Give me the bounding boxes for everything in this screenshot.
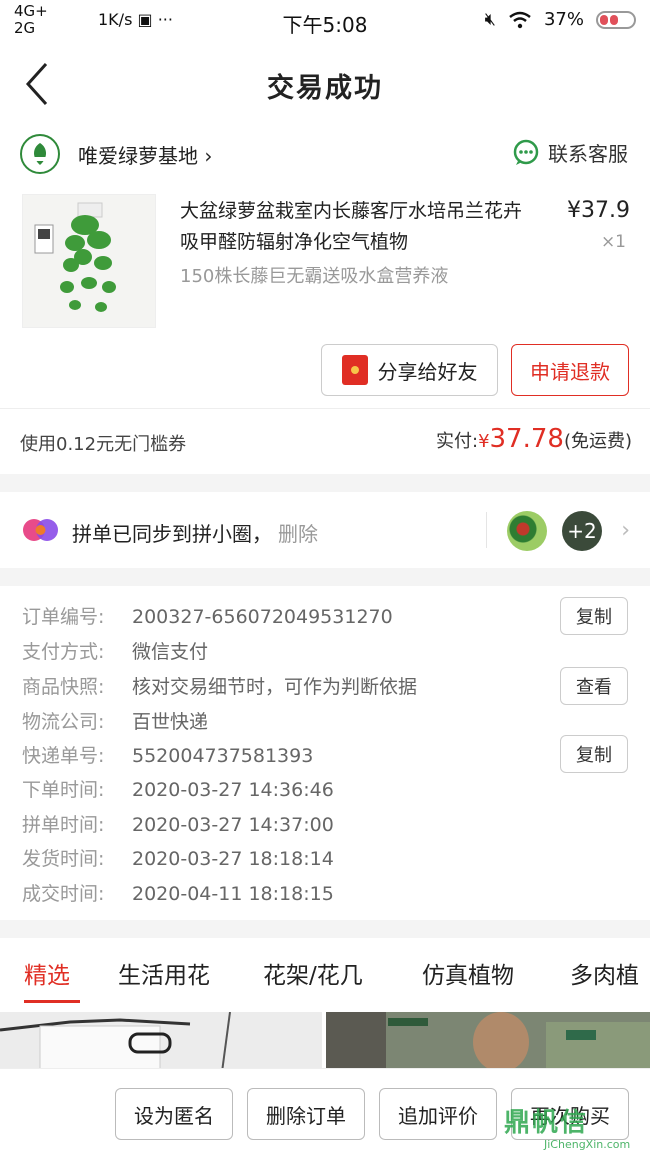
copy-order-number-button[interactable]: 复制 <box>560 597 628 635</box>
order-details: 订单编号: 200327-656072049531270 复制 支付方式: 微信支付… <box>0 586 650 920</box>
product-image[interactable] <box>22 194 156 328</box>
refund-button[interactable]: 申请退款 <box>511 344 629 396</box>
courier-row: 物流公司: 百世快递 <box>22 711 209 733</box>
add-review-button[interactable]: 追加评价 <box>379 1088 497 1140</box>
deal-time-row: 成交时间: 2020-04-11 18:18:15 <box>22 883 334 905</box>
group-sync-text: 拼单已同步到拼小圈， 删除 <box>72 522 318 546</box>
avatar[interactable] <box>507 511 547 551</box>
order-number-row: 订单编号: 200327-656072049531270 <box>22 606 393 628</box>
group-delete-link[interactable]: 删除 <box>278 522 318 546</box>
tab-stands[interactable]: 花架/花几 <box>263 956 363 990</box>
battery-icon <box>596 10 636 29</box>
mute-icon: 🔇︎ <box>484 9 496 30</box>
status-right: 🔇︎ 37% <box>485 9 636 30</box>
shop-row: 唯爱绿萝基地 › 联系客服 <box>0 126 650 182</box>
copy-tracking-button[interactable]: 复制 <box>560 735 628 773</box>
red-packet-icon <box>341 355 368 385</box>
shop-logo-icon[interactable] <box>20 134 60 174</box>
payment-summary: 使用0.12元无门槛券 实付: ¥ 37.78 (免运费) <box>0 410 650 474</box>
section-gap <box>0 568 650 586</box>
nav-bar: 交易成功 <box>0 42 650 126</box>
status-bar: 4G+ 2G 1K/s ▣ ··· 下午5:08 🔇︎ 37% <box>0 0 650 42</box>
snapshot-row: 商品快照: 核对交易细节时，可作为判断依据 <box>22 676 418 698</box>
active-tab-indicator <box>24 1000 80 1003</box>
share-button[interactable]: 分享给好友 <box>321 344 498 396</box>
group-circle-icon <box>23 519 58 541</box>
chevron-right-icon: › <box>204 144 213 168</box>
view-snapshot-button[interactable]: 查看 <box>560 667 628 705</box>
anonymous-button[interactable]: 设为匿名 <box>115 1088 233 1140</box>
tab-featured[interactable]: 精选 <box>24 956 70 990</box>
shop-name-link[interactable]: 唯爱绿萝基地 › <box>78 140 212 169</box>
group-time-row: 拼单时间: 2020-03-27 14:37:00 <box>22 814 334 836</box>
product-title[interactable]: 大盆绿萝盆栽室内长藤客厅水培吊兰花卉吸甲醛防辐射净化空气植物 <box>180 196 530 258</box>
section-gap <box>0 474 650 492</box>
section-gap <box>0 920 650 938</box>
tab-succulents[interactable]: 多肉植 <box>570 956 639 990</box>
chevron-right-icon: › <box>621 518 630 543</box>
order-time-row: 下单时间: 2020-03-27 14:36:46 <box>22 779 334 801</box>
coupon-text: 使用0.12元无门槛券 <box>20 434 187 455</box>
product-price: ¥37.9 <box>567 198 630 223</box>
group-sync-row[interactable]: 拼单已同步到拼小圈， 删除 +2 › <box>0 492 650 568</box>
divider <box>0 408 650 409</box>
feed-item-image[interactable] <box>0 1012 322 1072</box>
avatar-more[interactable]: +2 <box>562 511 602 551</box>
contact-service-button[interactable]: 联系客服 <box>512 138 628 167</box>
feed-item-image[interactable] <box>326 1012 650 1072</box>
payment-method-row: 支付方式: 微信支付 <box>22 641 209 663</box>
tab-flowers[interactable]: 生活用花 <box>118 956 210 990</box>
ship-time-row: 发货时间: 2020-03-27 18:18:14 <box>22 848 334 870</box>
chat-icon <box>513 139 539 165</box>
tab-artificial[interactable]: 仿真植物 <box>422 956 514 990</box>
delete-order-button[interactable]: 删除订单 <box>247 1088 365 1140</box>
watermark: 鼎帆信 JiChengXin.com <box>504 1108 631 1151</box>
category-tabs: 精选 生活用花 花架/花几 仿真植物 多肉植 <box>0 938 650 1006</box>
battery-percent: 37% <box>543 9 584 30</box>
divider <box>486 512 487 548</box>
tracking-number-row: 快递单号: 552004737581393 <box>22 745 314 767</box>
page-title: 交易成功 <box>267 73 383 104</box>
product-quantity: ×1 <box>600 232 626 252</box>
product-spec: 150株长藤巨无霸送吸水盒营养液 <box>180 266 449 287</box>
wifi-icon <box>509 11 531 28</box>
paid-amount: 实付: ¥ 37.78 (免运费) <box>435 424 632 454</box>
